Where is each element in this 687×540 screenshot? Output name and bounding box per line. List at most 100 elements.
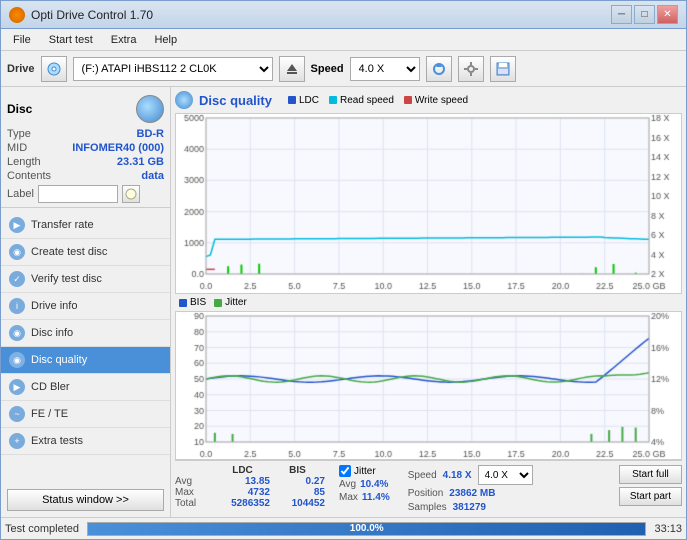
disc-mid-label: MID [7,142,27,154]
disc-label-label: Label [7,188,34,200]
drive-info-icon: i [9,298,25,314]
drive-label: Drive [7,63,35,75]
sidebar-item-verify-test-disc[interactable]: ✓ Verify test disc [1,266,170,293]
disc-quality-icon: ◉ [9,352,25,368]
disc-info-icon: ◉ [9,325,25,341]
status-text: Test completed [5,523,79,535]
extra-tests-icon: + [9,433,25,449]
minimize-button[interactable]: ─ [611,5,632,24]
total-bis: 104452 [270,498,325,509]
jitter-avg-value: 10.4% [360,479,388,490]
disc-label-input[interactable] [38,185,118,203]
speed-select[interactable]: 4.0 X [350,57,420,81]
jitter-max-label: Max [339,492,358,503]
legend-ldc-dot [288,96,296,104]
disc-quality-title: Disc quality [199,93,272,108]
sidebar-item-label: CD Bler [31,381,70,393]
max-bis: 85 [270,487,325,498]
menu-help[interactable]: Help [146,32,185,48]
jitter-checkbox[interactable] [339,465,351,477]
max-label: Max [175,487,215,498]
drive-select[interactable]: (F:) ATAPI iHBS112 2 CL0K [73,57,273,81]
max-ldc: 4732 [215,487,270,498]
sidebar-item-label: Drive info [31,300,77,312]
status-time: 33:13 [654,523,682,535]
chart-legend: LDC Read speed Write speed [288,95,468,106]
disc-label-row: Label [7,185,164,203]
avg-ldc: 13.85 [215,476,270,487]
eject-icon-btn[interactable] [279,56,305,82]
cd-bler-icon: ▶ [9,379,25,395]
legend-write-speed-label: Write speed [415,95,468,106]
sidebar-item-disc-quality[interactable]: ◉ Disc quality [1,347,170,374]
legend-read-speed: Read speed [329,95,394,106]
progress-text: 100.0% [88,523,645,535]
stats-speed-select[interactable]: 4.0 X [478,465,533,485]
refresh-icon-btn[interactable] [426,56,452,82]
legend-bis-label: BIS [190,297,206,308]
main-area: Disc Type BD-R MID INFOMER40 (000) Lengt… [1,87,686,517]
disc-length-label: Length [7,156,41,168]
main-window: Opti Drive Control 1.70 ─ □ ✕ File Start… [0,0,687,540]
bottom-legend: BIS Jitter [175,296,682,309]
menu-file[interactable]: File [5,32,39,48]
progress-bar: 100.0% [87,522,646,536]
samples-label: Samples [408,502,447,513]
settings-icon-btn[interactable] [458,56,484,82]
sidebar-item-label: Create test disc [31,246,107,258]
jitter-max-value: 11.4% [362,492,390,503]
position-value: 23862 MB [449,488,495,499]
sidebar-item-disc-info[interactable]: ◉ Disc info [1,320,170,347]
sidebar-item-extra-tests[interactable]: + Extra tests [1,428,170,455]
sidebar-item-fe-te[interactable]: ~ FE / TE [1,401,170,428]
status-window-button[interactable]: Status window >> [7,489,164,511]
disc-contents-label: Contents [7,170,51,182]
stats-area: LDC BIS Avg 13.85 0.27 Max 4732 85 Tot [175,460,682,515]
menu-start-test[interactable]: Start test [41,32,101,48]
bottom-chart [175,311,682,460]
legend-jitter-label: Jitter [225,297,247,308]
sidebar-item-cd-bler[interactable]: ▶ CD Bler [1,374,170,401]
title-bar: Opti Drive Control 1.70 ─ □ ✕ [1,1,686,29]
samples-value: 381279 [453,502,486,513]
save-icon-btn[interactable] [490,56,516,82]
jitter-avg-row: Avg 10.4% [339,479,390,490]
legend-ldc-label: LDC [299,95,319,106]
speed-info-section: Speed 4.18 X 4.0 X Position 23862 MB Sam… [408,465,533,513]
sidebar-item-drive-info[interactable]: i Drive info [1,293,170,320]
total-ldc: 5286352 [215,498,270,509]
content-area: Disc quality LDC Read speed Write speed [171,87,686,517]
disc-section-label: Disc [7,102,32,116]
speed-label: Speed [408,470,437,481]
label-icon-btn[interactable] [122,185,140,203]
close-button[interactable]: ✕ [657,5,678,24]
disc-header: Disc [7,95,164,123]
disc-info-section: Disc Type BD-R MID INFOMER40 (000) Lengt… [1,91,170,208]
legend-bis: BIS [179,297,206,308]
legend-bis-dot [179,299,187,307]
start-part-button[interactable]: Start part [619,487,682,506]
toolbar: Drive (F:) ATAPI iHBS112 2 CL0K Speed 4.… [1,51,686,87]
legend-write-speed-dot [404,96,412,104]
avg-label: Avg [175,476,215,487]
sidebar-item-create-test-disc[interactable]: ◉ Create test disc [1,239,170,266]
legend-jitter-dot [214,299,222,307]
start-full-button[interactable]: Start full [619,465,682,484]
legend-read-speed-label: Read speed [340,95,394,106]
disc-contents-value: data [141,170,164,182]
maximize-button[interactable]: □ [634,5,655,24]
create-test-icon: ◉ [9,244,25,260]
sidebar-item-transfer-rate[interactable]: ▶ Transfer rate [1,212,170,239]
legend-ldc: LDC [288,95,319,106]
disc-icon-btn[interactable] [41,56,67,82]
stats-table: LDC BIS Avg 13.85 0.27 Max 4732 85 Tot [175,465,325,509]
position-label: Position [408,488,444,499]
legend-jitter: Jitter [214,297,247,308]
menu-extra[interactable]: Extra [103,32,145,48]
ldc-header: LDC [215,465,270,476]
sidebar: Disc Type BD-R MID INFOMER40 (000) Lengt… [1,87,171,517]
bottom-chart-canvas [176,312,681,460]
title-buttons: ─ □ ✕ [611,5,678,24]
bis-header: BIS [270,465,325,476]
disc-quality-icon-header [175,91,193,109]
